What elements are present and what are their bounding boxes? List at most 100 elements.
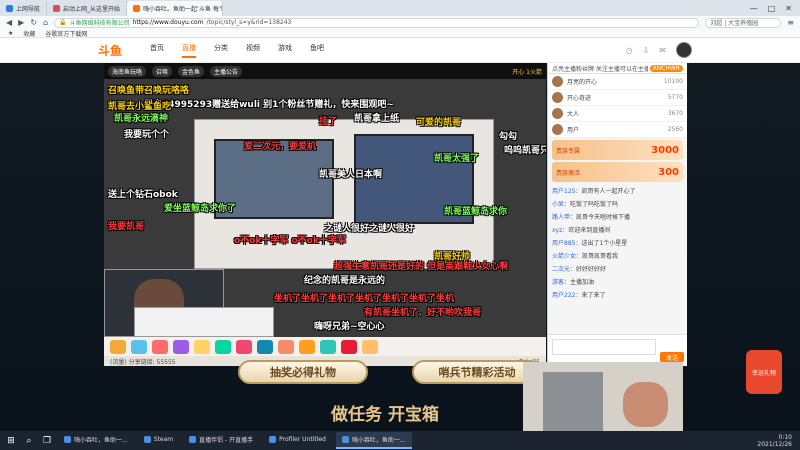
close-button[interactable]: ✕ (785, 4, 792, 13)
player-tag[interactable]: 召唤 (152, 65, 173, 77)
video-player[interactable]: 海南鱼玩咯 召唤 金色鱼 主播公告 开心 1火箭 召唤鱼带召唤玩咯咯 用户4499… (104, 63, 546, 366)
chat-username[interactable]: xyz： (552, 227, 568, 234)
douyu-logo[interactable]: 斗鱼 (98, 42, 122, 59)
gift-icon[interactable] (362, 339, 378, 354)
user-avatar[interactable] (676, 42, 692, 58)
taskbar-app-label: Steam (153, 436, 174, 443)
player-tag[interactable]: 主播公告 (210, 65, 243, 77)
nav-item[interactable]: 游戏 (278, 43, 292, 58)
player-tag[interactable]: 金色鱼 (178, 65, 205, 77)
chat-username[interactable]: 游客： (552, 279, 570, 286)
lottery-button[interactable]: 抽奖必得礼物 (238, 360, 368, 384)
bookmark-item[interactable]: 谷歌官方下载网 (45, 29, 87, 38)
tab-label: 嗨小吞吐。鱼助一起‘斗鱼 每个人的直播平台’ (143, 6, 222, 13)
nav-item[interactable]: 分类 (214, 43, 228, 58)
taskbar-app[interactable]: 直播伴侣 - 开直播手 (183, 432, 259, 449)
danmu-comment: 嗨呀兄弟~空心心 (314, 322, 385, 332)
browser-tab[interactable]: 上网导航 (0, 1, 48, 16)
chat-message: 二次元：好好好好好 (548, 262, 687, 275)
app-icon (341, 436, 349, 443)
taskbar-app[interactable]: 嗨小吞吐，鱼助一... (335, 432, 412, 449)
url-field[interactable]: 🔒 斗鱼网络科技有限公司 https://www.douyu.com /topi… (54, 17, 700, 28)
gift-icon[interactable] (110, 339, 126, 354)
nav-item[interactable]: 视频 (246, 43, 260, 58)
gift-icon[interactable] (173, 339, 189, 354)
gift-icon[interactable] (257, 339, 273, 354)
chat-message: 用户885：送出了1个小星星 (548, 236, 687, 249)
nav-item[interactable]: 首页 (150, 43, 164, 58)
rank-avatar (552, 124, 563, 135)
refresh-icon[interactable]: ↻ (30, 18, 37, 27)
tab-favicon-icon (53, 5, 61, 12)
chat-username[interactable]: 用户885： (552, 240, 581, 247)
browser-tab-bar: 上网导航 启动上网_从这里开始 嗨小吞吐。鱼助一起‘斗鱼 每个人的直播平台’ — □… (0, 0, 800, 16)
rank-row[interactable]: 开心奇迹 5770 (548, 90, 687, 106)
forward-icon[interactable]: ▶ (18, 18, 24, 27)
player-tag[interactable]: 海南鱼玩咯 (108, 65, 147, 77)
danmu-comment: 凯哥好帅 (434, 252, 471, 262)
chat-username[interactable]: 小呆： (552, 201, 570, 208)
taskbar-apps: 嗨小吞吐，鱼助一... Steam 直播伴侣 - 开直播手 Profiler Unti… (58, 432, 412, 449)
chat-username[interactable]: 用户222： (552, 292, 581, 299)
chat-username[interactable]: 用户125： (552, 188, 581, 195)
taskbar-app[interactable]: Steam (138, 432, 179, 449)
taskbar-app[interactable]: 嗨小吞吐，鱼助一... (58, 432, 134, 449)
video-stream[interactable]: 召唤鱼带召唤玩咯咯 用户44995293赠送给wuli 别1个粉丝节赠礼，快来围观… (104, 79, 546, 337)
fan-hint-text: 点亮主播粉丝牌 关注主播可以在主播直播时收到通知 (552, 65, 648, 73)
chat-text: 凯哥有人一起开心了 (581, 188, 636, 195)
gift-icon[interactable] (278, 339, 294, 354)
search-icon[interactable]: ⌕ (22, 435, 36, 447)
rank-row[interactable]: 用户 2560 (548, 122, 687, 138)
chat-input[interactable] (552, 339, 656, 355)
windows-start-icon[interactable]: ⊞ (4, 435, 18, 447)
share-link[interactable]: (流量) 分享链接: 55555 (110, 357, 176, 366)
chat-username[interactable]: 路人甲： (552, 214, 576, 221)
download-icon[interactable]: ⇩ (643, 46, 650, 55)
menu-icon[interactable]: ≡ (787, 18, 794, 27)
back-icon[interactable]: ◀ (6, 18, 12, 27)
gift-icon[interactable] (152, 339, 168, 354)
danmu-comment: 用户44995293赠送给wuli 别1个粉丝节赠礼，快来围观吧~ (144, 100, 394, 110)
bookmark-star-icon[interactable]: ★ (8, 30, 13, 37)
chat-text: 吃饭了吗吃饭了吗 (570, 201, 619, 208)
danmu-comment: 凯哥去小鲨鱼吃 (108, 102, 172, 112)
browser-search-input[interactable]: 刘超 | 大宝养殖园 (705, 17, 782, 28)
rank-row[interactable]: 月亮的开心 10100 (548, 74, 687, 90)
bookmark-item[interactable]: 收藏 (23, 29, 35, 38)
danmu-comment: 坐机了坐机了坐机了坐机了坐机了坐机了坐机 (274, 294, 455, 304)
taskbar-app-label: 直播伴侣 - 开直播手 (199, 437, 254, 444)
app-icon (143, 436, 151, 443)
app-icon (189, 436, 197, 443)
rocket-badge[interactable]: 开心 1火箭 (512, 67, 542, 76)
promo-card[interactable]: 贵族激活 300 (552, 162, 683, 182)
maximize-button[interactable]: □ (768, 4, 776, 13)
gift-icon[interactable] (236, 339, 252, 354)
history-icon[interactable]: ◷ (626, 46, 633, 55)
minimize-button[interactable]: — (750, 4, 758, 13)
gift-icon[interactable] (341, 339, 357, 354)
browser-tab[interactable]: 嗨小吞吐。鱼助一起‘斗鱼 每个人的直播平台’ (127, 1, 224, 16)
task-view-icon[interactable]: ❐ (40, 435, 54, 447)
danmu-comment: 爱二次元，要爱机 (244, 142, 317, 152)
promo-price: 3000 (651, 144, 679, 156)
taskbar-app[interactable]: Profiler Untitled (263, 432, 332, 449)
gift-icon[interactable] (299, 339, 315, 354)
chat-text: 凯哥今天啥时候下播 (576, 214, 631, 221)
chat-username[interactable]: 二次元： (552, 266, 576, 273)
tab-label: 启动上网_从这里开始 (63, 6, 121, 13)
message-icon[interactable]: ✉ (659, 46, 666, 55)
chat-username[interactable]: 火箭少女： (552, 253, 582, 260)
send-button[interactable]: 发送 (660, 352, 684, 362)
gift-icon[interactable] (131, 339, 147, 354)
side-promo[interactable]: 幸运礼物 (746, 350, 782, 394)
nav-item[interactable]: 鱼吧 (310, 43, 324, 58)
promo-card[interactable]: 贵族专属 3000 (552, 140, 683, 160)
gift-icon[interactable] (194, 339, 210, 354)
home-icon[interactable]: ⌂ (43, 18, 48, 27)
gift-icon[interactable] (320, 339, 336, 354)
browser-tab[interactable]: 启动上网_从这里开始 (47, 1, 128, 16)
gift-icon[interactable] (215, 339, 231, 354)
rank-row[interactable]: 大人 3670 (548, 106, 687, 122)
anchor-badge[interactable]: ANCHWR (649, 64, 683, 72)
nav-item[interactable]: 直播 (182, 43, 197, 58)
